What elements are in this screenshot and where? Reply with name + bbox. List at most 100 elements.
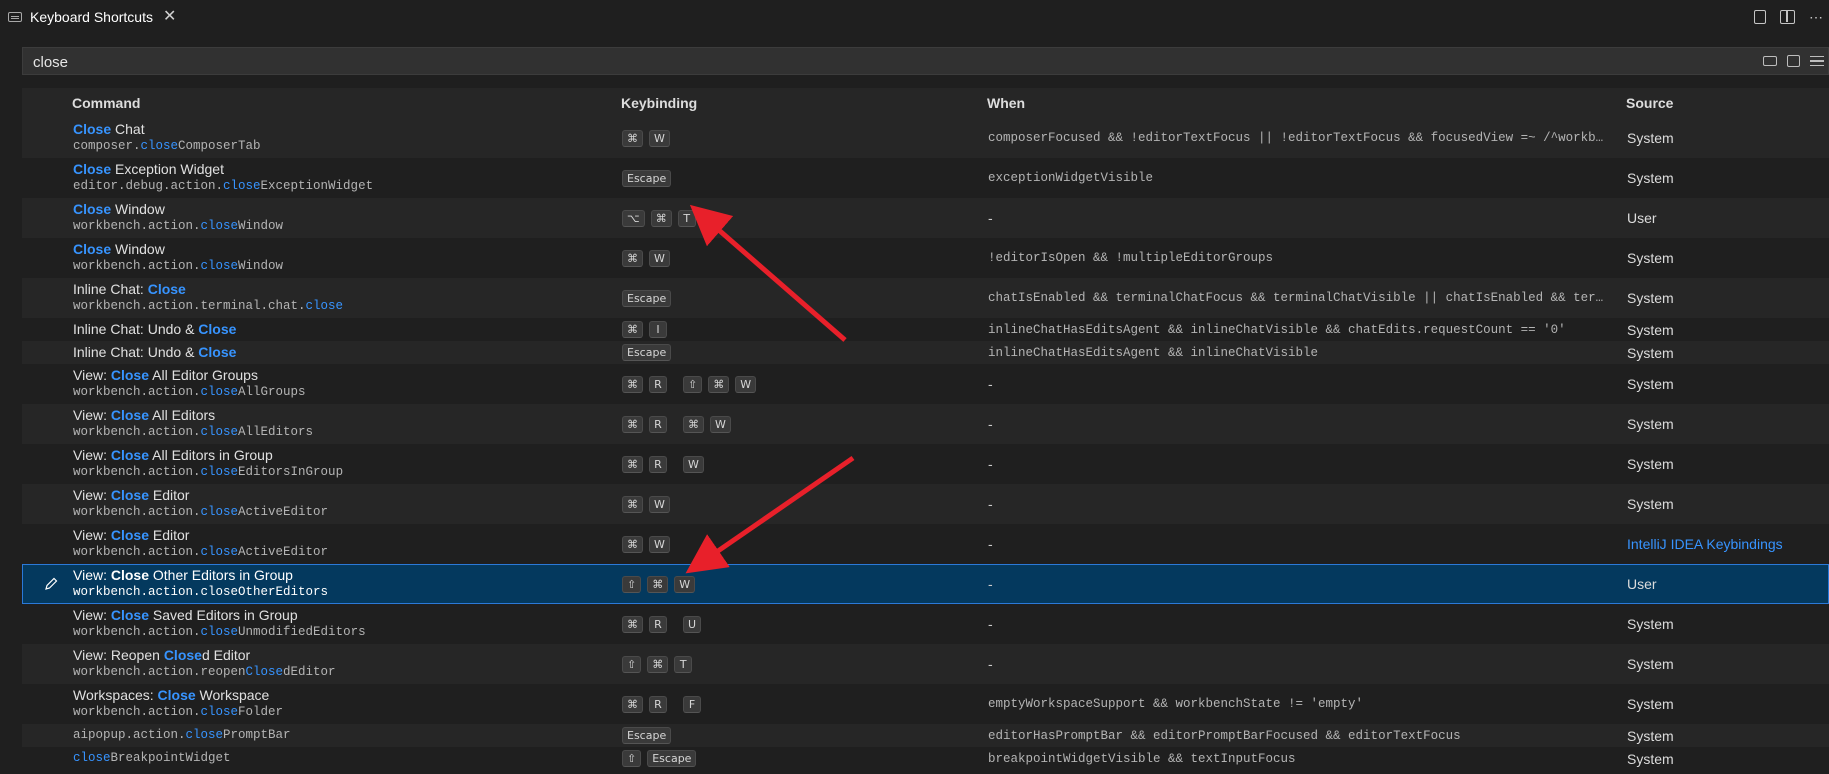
table-row[interactable]: View: Close Other Editors in Group workbe… [22,564,1829,604]
key-cap: ⇧ [622,655,642,673]
command-id: aipopup.action.closePromptBar [73,728,291,742]
keybinding-cell: ⌘ I [622,319,667,340]
table-row[interactable]: aipopup.action.closePromptBar Escape edito… [22,724,1829,747]
key-cap: ⌘ [708,375,730,393]
sort-by-precedence-icon[interactable] [1787,55,1800,67]
command-label: View: Close Editor [73,487,190,503]
source-label: System [1627,321,1674,338]
key-cap: Escape [647,750,697,767]
keybinding-cell: ⇧ ⌘ T [622,645,693,683]
command-cell: Close Window workbench.action.closeWindow [73,199,283,237]
key-cap: W [649,249,670,267]
source-cell: System [1627,485,1674,523]
when-expression: editorHasPromptBar && editorPromptBarFoc… [988,728,1461,743]
record-keys-icon[interactable] [1763,56,1777,66]
source-label: System [1627,250,1674,266]
table-row[interactable]: Close Exception Widget editor.debug.actio… [22,158,1829,198]
key-cap: ⌘ [622,321,643,338]
keybinding-cell: ⌘ R U [622,605,702,643]
command-cell: View: Close All Editors workbench.action.… [73,405,313,443]
source-cell: System [1627,685,1674,723]
command-cell: Workspaces: Close Workspace workbench.act… [73,685,283,723]
key-cap: R [649,415,667,433]
command-cell: Close Exception Widget editor.debug.actio… [73,159,373,197]
keybinding-cell: ⌘ R ⇧ ⌘ W [622,365,757,403]
key-cap: ⇧ [683,375,703,393]
key-cap: Escape [622,344,672,361]
header-when[interactable]: When [987,95,1025,111]
header-keybinding[interactable]: Keybinding [621,95,697,111]
key-cap: ⌘ [622,695,643,713]
keybinding-cell: ⌘ R ⌘ W [622,405,731,443]
table-row[interactable]: Close Window workbench.action.closeWindow… [22,198,1829,238]
table-row[interactable]: Inline Chat: Undo & Close Escape inlineCha… [22,341,1829,364]
close-icon[interactable]: ✕ [163,9,176,25]
when-cell: inlineChatHasEditsAgent && inlineChatVis… [988,342,1608,363]
command-cell: View: Close Editor workbench.action.close… [73,485,328,523]
source-cell: System [1627,119,1674,157]
table-row[interactable]: View: Reopen Closed Editor workbench.acti… [22,644,1829,684]
open-json-icon[interactable] [1754,10,1766,24]
source-cell: System [1627,279,1674,317]
key-cap: R [649,615,667,633]
source-cell: System [1627,645,1674,683]
key-cap: ⌘ [622,415,643,433]
tab-title: Keyboard Shortcuts [30,9,153,25]
search-actions [1763,48,1828,74]
when-expression: - [988,416,993,432]
command-id: workbench.action.closeAllGroups [73,385,306,399]
command-id: workbench.action.closeUnmodifiedEditors [73,625,366,639]
table-row[interactable]: View: Close Editor workbench.action.close… [22,484,1829,524]
keybinding-cell: ⌘ W [622,485,670,523]
key-cap: U [683,615,702,633]
key-cap: ⇧ [622,750,642,767]
command-label: Close Chat [73,121,145,137]
source-cell: System [1627,605,1674,643]
key-cap: Escape [622,727,672,744]
source-label: User [1627,210,1657,226]
header-source[interactable]: Source [1626,95,1673,111]
command-cell: Inline Chat: Close workbench.action.termi… [73,279,343,317]
when-expression: - [988,616,993,632]
keybinding-cell: ⌘ W [622,119,670,157]
source-label: System [1627,727,1674,744]
table-row[interactable]: View: Close All Editors in Group workbenc… [22,444,1829,484]
command-id: workbench.action.terminal.chat.close [73,299,344,313]
when-expression: inlineChatHasEditsAgent && inlineChatVis… [988,345,1319,360]
keybinding-cell: ⌘ W [622,525,670,563]
more-actions-icon[interactable]: ⋯ [1809,9,1823,26]
table-row[interactable]: View: Close Editor workbench.action.close… [22,524,1829,564]
table-row[interactable]: View: Close All Editors workbench.action.… [22,404,1829,444]
when-expression: - [988,376,993,392]
split-editor-icon[interactable] [1780,10,1795,24]
when-expression: - [988,496,993,512]
table-row[interactable]: View: Close Saved Editors in Group workbe… [22,604,1829,644]
key-cap: ⌘ [622,375,643,393]
table-row[interactable]: Inline Chat: Undo & Close ⌘ IinlineChatHas… [22,318,1829,341]
source-link[interactable]: IntelliJ IDEA Keybindings [1627,536,1783,552]
table-row[interactable]: Workspaces: Close Workspace workbench.act… [22,684,1829,724]
when-expression: - [988,210,993,226]
key-cap: W [683,455,704,473]
table-row[interactable]: Close Window workbench.action.closeWindow… [22,238,1829,278]
command-cell: Close Window workbench.action.closeWindow [73,239,283,277]
clear-filter-icon[interactable] [1810,56,1824,66]
tab-keyboard-shortcuts[interactable]: Keyboard Shortcuts ✕ [0,0,187,34]
command-id: workbench.action.closeWindow [73,259,284,273]
source-label: System [1627,696,1674,712]
source-cell: System [1627,239,1674,277]
table-row[interactable]: closeBreakpointWidget ⇧ Escape breakpointWi… [22,747,1829,770]
table-row[interactable]: View: Close All Editor Groups workbench.a… [22,364,1829,404]
when-expression: composerFocused && !editorTextFocus || !… [988,131,1608,145]
command-id: workbench.action.closeEditorsInGroup [73,465,344,479]
key-cap: ⌘ [683,415,704,433]
source-cell: User [1627,565,1657,603]
search-input[interactable] [23,48,1735,76]
command-id: closeBreakpointWidget [73,751,231,765]
when-expression: chatIsEnabled && terminalChatFocus && te… [988,291,1608,305]
table-row[interactable]: Close Chat composer.closeComposerTab ⌘ Wcom… [22,118,1829,158]
header-command[interactable]: Command [72,95,140,111]
when-expression: emptyWorkspaceSupport && workbenchState … [988,697,1364,711]
pencil-icon[interactable] [43,565,59,603]
table-row[interactable]: Inline Chat: Close workbench.action.termi… [22,278,1829,318]
